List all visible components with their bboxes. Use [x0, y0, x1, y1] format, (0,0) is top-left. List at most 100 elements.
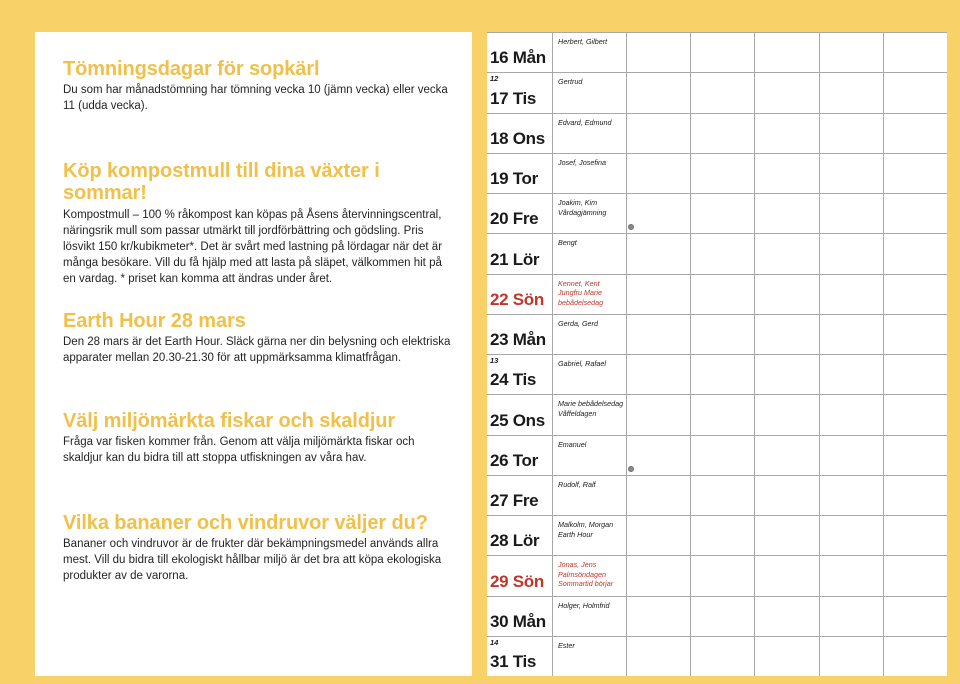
calendar-note-cell[interactable] — [691, 636, 756, 676]
calendar-note-cell[interactable] — [755, 596, 820, 636]
calendar-note-cell[interactable] — [884, 637, 947, 676]
calendar-note-cell[interactable] — [691, 33, 756, 73]
calendar-note-cell[interactable] — [820, 355, 884, 395]
calendar-note-cell[interactable] — [627, 194, 692, 234]
calendar-note-cell[interactable] — [820, 596, 884, 636]
calendar-row[interactable]: 27 Fre Rudolf, Ralf — [487, 475, 947, 516]
calendar-note-cell[interactable] — [627, 73, 692, 113]
calendar-note-cell[interactable] — [627, 153, 692, 193]
calendar-day-cell[interactable]: 25 Ons — [487, 395, 553, 435]
calendar-row[interactable]: 22 Sön Kennet, Kent Jungfru Marie bebådel… — [487, 274, 947, 315]
calendar-note-cell[interactable] — [691, 234, 756, 274]
calendar-note-cell[interactable] — [820, 113, 884, 153]
calendar-note-cell[interactable] — [627, 636, 692, 676]
calendar-row[interactable]: 29 Sön Jonas, Jens Palmsöndagen Sommartid… — [487, 556, 947, 597]
calendar-note-cell[interactable] — [627, 355, 692, 395]
calendar-note-cell[interactable] — [820, 274, 884, 314]
calendar-note-cell[interactable] — [755, 73, 820, 113]
calendar-day-cell[interactable]: 26 Tor — [487, 435, 553, 475]
calendar-note-cell[interactable] — [884, 556, 947, 595]
calendar-names-cell[interactable]: Kennet, Kent Jungfru Marie bebådelsedag — [553, 274, 627, 314]
calendar-note-cell[interactable] — [755, 33, 820, 73]
calendar-names-cell[interactable]: Josef, Josefina — [553, 153, 627, 193]
calendar-note-cell[interactable] — [884, 114, 947, 153]
calendar-note-cell[interactable] — [755, 475, 820, 515]
calendar-row[interactable]: 28 Lör Malkolm, Morgan Earth Hour — [487, 516, 947, 557]
calendar-day-cell[interactable]: 20 Fre — [487, 194, 553, 234]
calendar-note-cell[interactable] — [691, 113, 756, 153]
calendar-row[interactable]: 14 31 Tis Ester — [487, 636, 947, 676]
calendar-note-cell[interactable] — [627, 475, 692, 515]
calendar-names-cell[interactable]: Joakim, Kim Vårdagjämning — [553, 194, 634, 234]
calendar-note-cell[interactable] — [627, 274, 692, 314]
calendar-note-cell[interactable] — [884, 395, 947, 434]
calendar-names-cell[interactable]: Herbert, Gilbert — [553, 33, 627, 73]
calendar-day-cell[interactable]: 16 Mån — [487, 33, 553, 73]
calendar-names-cell[interactable]: Marie bebådelsedag Våffeldagen — [553, 395, 627, 435]
calendar-note-cell[interactable] — [820, 556, 884, 596]
calendar-row[interactable]: 19 Tor Josef, Josefina — [487, 153, 947, 194]
calendar-note-cell[interactable] — [820, 194, 884, 234]
calendar-note-cell[interactable] — [755, 153, 820, 193]
calendar-day-cell[interactable]: 22 Sön — [487, 274, 553, 314]
calendar-day-cell[interactable]: 19 Tor — [487, 153, 553, 193]
calendar-row[interactable]: 20 Fre Joakim, Kim Vårdagjämning — [487, 194, 947, 235]
calendar-note-cell[interactable] — [820, 435, 884, 475]
calendar-note-cell[interactable] — [755, 435, 820, 475]
calendar-note-cell[interactable] — [755, 516, 820, 556]
calendar-note-cell[interactable] — [820, 314, 884, 354]
calendar-note-cell[interactable] — [691, 556, 756, 596]
calendar-row[interactable]: 12 17 Tis Gertrud — [487, 73, 947, 114]
calendar-note-cell[interactable] — [691, 314, 756, 354]
calendar-day-cell[interactable]: 27 Fre — [487, 475, 553, 515]
calendar-row[interactable]: 26 Tor Emanuel — [487, 435, 947, 476]
calendar-names-cell[interactable]: Emanuel — [553, 435, 634, 475]
calendar-names-cell[interactable]: Gerda, Gerd — [553, 314, 627, 354]
calendar-note-cell[interactable] — [691, 355, 756, 395]
calendar-note-cell[interactable] — [627, 435, 692, 475]
calendar-day-cell[interactable]: 29 Sön — [487, 556, 553, 596]
calendar-row[interactable]: 21 Lör Bengt — [487, 234, 947, 275]
calendar-note-cell[interactable] — [755, 636, 820, 676]
calendar-row[interactable]: 16 Mån Herbert, Gilbert — [487, 33, 947, 74]
calendar-note-cell[interactable] — [755, 234, 820, 274]
calendar-note-cell[interactable] — [627, 395, 692, 435]
calendar-note-cell[interactable] — [820, 395, 884, 435]
calendar-note-cell[interactable] — [755, 274, 820, 314]
calendar-names-cell[interactable]: Holger, Holmfrid — [553, 596, 627, 636]
calendar-note-cell[interactable] — [627, 556, 692, 596]
calendar-names-cell[interactable]: Gabriel, Rafael — [553, 355, 627, 395]
calendar-note-cell[interactable] — [755, 395, 820, 435]
calendar-day-cell[interactable]: 30 Mån — [487, 596, 553, 636]
calendar-note-cell[interactable] — [884, 275, 947, 314]
calendar-names-cell[interactable]: Ester — [553, 636, 627, 676]
calendar-note-cell[interactable] — [691, 274, 756, 314]
calendar-note-cell[interactable] — [691, 194, 756, 234]
calendar-note-cell[interactable] — [820, 153, 884, 193]
calendar-names-cell[interactable]: Malkolm, Morgan Earth Hour — [553, 516, 627, 556]
calendar-day-cell[interactable]: 18 Ons — [487, 113, 553, 153]
calendar-note-cell[interactable] — [884, 436, 947, 475]
calendar-note-cell[interactable] — [884, 73, 947, 112]
calendar-row[interactable]: 18 Ons Edvard, Edmund — [487, 113, 947, 154]
calendar-note-cell[interactable] — [627, 33, 692, 73]
calendar-names-cell[interactable]: Jonas, Jens Palmsöndagen Sommartid börja… — [553, 556, 627, 596]
calendar-note-cell[interactable] — [820, 636, 884, 676]
calendar-note-cell[interactable] — [884, 234, 947, 273]
calendar-day-cell[interactable]: 14 31 Tis — [487, 636, 553, 676]
calendar-row[interactable]: 30 Mån Holger, Holmfrid — [487, 596, 947, 637]
calendar-note-cell[interactable] — [755, 556, 820, 596]
calendar-note-cell[interactable] — [691, 435, 756, 475]
calendar-day-cell[interactable]: 13 24 Tis — [487, 355, 553, 395]
calendar-names-cell[interactable]: Gertrud — [553, 73, 627, 113]
calendar-note-cell[interactable] — [627, 516, 692, 556]
calendar-note-cell[interactable] — [627, 596, 692, 636]
calendar-note-cell[interactable] — [691, 73, 756, 113]
calendar-note-cell[interactable] — [627, 234, 692, 274]
calendar-note-cell[interactable] — [691, 153, 756, 193]
calendar-note-cell[interactable] — [884, 33, 947, 72]
calendar-day-cell[interactable]: 28 Lör — [487, 516, 553, 556]
calendar-note-cell[interactable] — [755, 113, 820, 153]
calendar-note-cell[interactable] — [884, 315, 947, 354]
calendar-note-cell[interactable] — [691, 475, 756, 515]
